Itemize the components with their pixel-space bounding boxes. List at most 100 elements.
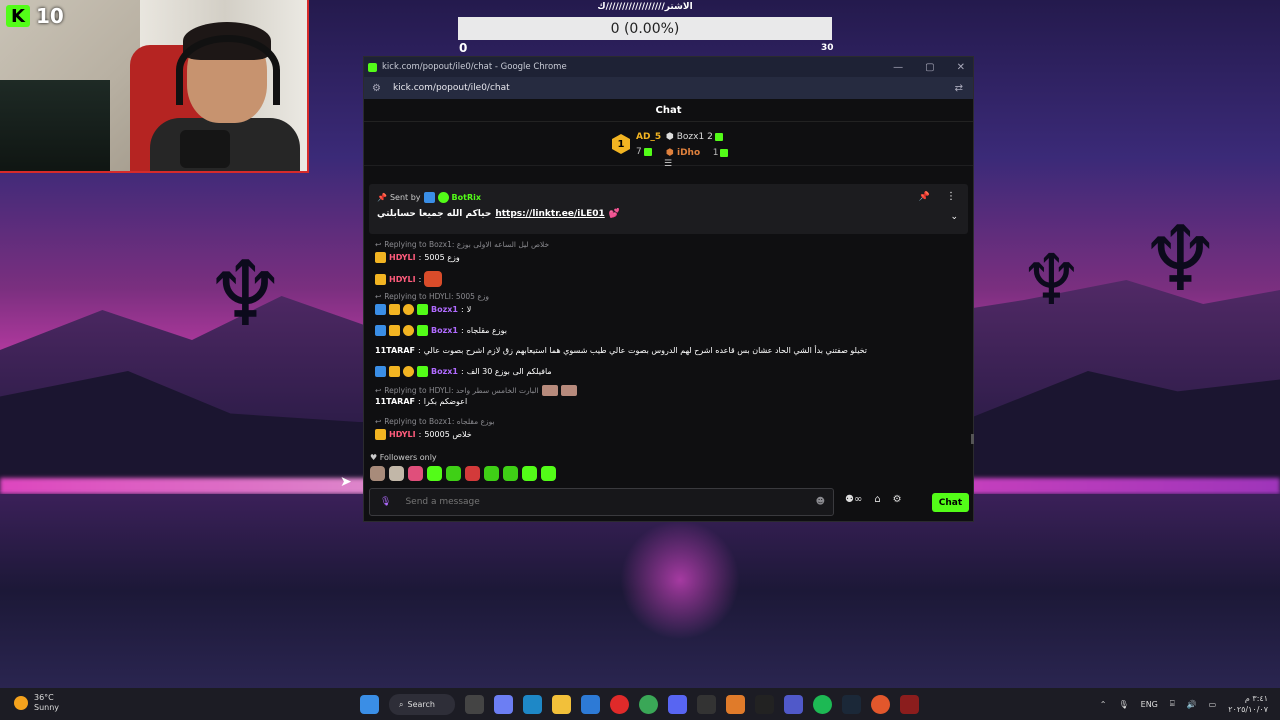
- infinity-tool-button[interactable]: ⚉∞: [845, 494, 862, 505]
- teams-icon[interactable]: [784, 695, 803, 714]
- store-app-icon[interactable]: [581, 695, 600, 714]
- leader-third-count: 1: [712, 148, 719, 158]
- message-input-box[interactable]: 🎙 ☻: [369, 488, 834, 516]
- poll-progress-bar: 0 (0.00%): [458, 17, 832, 40]
- gift-icon: [720, 148, 729, 157]
- leader-first-name[interactable]: AD_5: [636, 132, 661, 142]
- reply-text: Replying to Bozx1: خلاص ليل الساعه الاول…: [384, 240, 550, 249]
- emote-button[interactable]: [503, 466, 518, 481]
- message-username[interactable]: Bozx1: [431, 326, 458, 335]
- message-username[interactable]: Bozx1: [431, 367, 458, 376]
- verified-badge-icon: [437, 192, 449, 203]
- pinned-link[interactable]: https://linktr.ee/iLE01: [495, 209, 604, 219]
- chevron-up-icon[interactable]: ⌃: [1100, 700, 1107, 709]
- more-options-icon[interactable]: ⋮: [946, 191, 956, 202]
- discord-icon[interactable]: [668, 695, 687, 714]
- spotify-icon[interactable]: [813, 695, 832, 714]
- message-username[interactable]: HDYLI: [389, 275, 416, 284]
- pinned-sender-name[interactable]: BotRix: [452, 193, 481, 202]
- message-username[interactable]: 11TARAF: [375, 346, 415, 355]
- network-icon[interactable]: ⌸: [1170, 699, 1175, 709]
- reply-text: Replying to HDYLI: البارت الخامس سطر واح…: [384, 386, 539, 395]
- message-username[interactable]: HDYLI: [389, 430, 416, 439]
- webcam-feed: K 10: [0, 0, 309, 173]
- emote-button[interactable]: [446, 466, 461, 481]
- emote-button[interactable]: [541, 466, 556, 481]
- settings-gear-icon[interactable]: ⚙: [893, 494, 902, 505]
- microphone-icon[interactable]: 🎙: [380, 497, 391, 507]
- site-settings-icon[interactable]: ⚙: [372, 83, 381, 94]
- expand-leaderboard-icon[interactable]: ☰: [664, 159, 672, 169]
- file-explorer-icon[interactable]: [552, 695, 571, 714]
- leader-second-count: 2: [707, 132, 713, 142]
- subscriber-badge-icon: [417, 325, 428, 336]
- weather-widget[interactable]: 36°C Sunny: [14, 693, 59, 713]
- steam-icon[interactable]: [842, 695, 861, 714]
- browser-icon[interactable]: [871, 695, 890, 714]
- opera-icon[interactable]: [610, 695, 629, 714]
- leader-first-count: 7: [636, 147, 642, 157]
- sun-icon: [14, 696, 28, 710]
- close-button[interactable]: ✕: [957, 62, 965, 73]
- chat-popout-window: kick.com/popout/ile0/chat - Google Chrom…: [363, 56, 974, 522]
- message-body: بوزع مقلجاه: [466, 326, 507, 335]
- address-bar[interactable]: ⚙ kick.com/popout/ile0/chat ⇄: [364, 77, 973, 99]
- heart-icon: ♥: [370, 453, 378, 462]
- epic-launcher-icon[interactable]: [900, 695, 919, 714]
- language-indicator[interactable]: ENG: [1141, 700, 1158, 709]
- message-username[interactable]: HDYLI: [389, 253, 416, 262]
- window-titlebar[interactable]: kick.com/popout/ile0/chat - Google Chrom…: [364, 57, 973, 77]
- task-view-icon[interactable]: [465, 695, 484, 714]
- translate-icon[interactable]: ⇄: [955, 83, 963, 94]
- volume-icon[interactable]: 🔊: [1187, 700, 1197, 709]
- subscriber-badge-icon: [417, 304, 428, 315]
- leader-third-name[interactable]: iDho: [677, 148, 700, 158]
- system-tray: ⌃ 🎙 ENG ⌸ 🔊 ▭ ٣:٤١ م ٢٠٢٥/١٠/٠٧: [1100, 693, 1268, 715]
- moderator-badge-icon: [375, 304, 386, 315]
- edge-icon[interactable]: [523, 695, 542, 714]
- leader-second-name[interactable]: Bozx1: [677, 132, 704, 142]
- message-username[interactable]: 11TARAF: [375, 397, 415, 406]
- message-username[interactable]: Bozx1: [431, 305, 458, 314]
- microphone-tray-icon[interactable]: 🎙: [1118, 700, 1128, 709]
- emote-button[interactable]: [427, 466, 442, 481]
- followers-only-label: Followers only: [379, 453, 437, 462]
- chat-message: HDYLI:: [375, 271, 443, 287]
- url-text[interactable]: kick.com/popout/ile0/chat: [393, 83, 510, 93]
- battery-icon[interactable]: ▭: [1209, 700, 1217, 709]
- taskbar-search-button[interactable]: ⌕ Search: [389, 694, 455, 715]
- send-chat-button[interactable]: Chat: [932, 493, 969, 512]
- chrome-icon[interactable]: [639, 695, 658, 714]
- taskbar-clock[interactable]: ٣:٤١ م ٢٠٢٥/١٠/٠٧: [1228, 693, 1268, 715]
- gifter-badge-icon: [403, 325, 414, 336]
- chat-scrollbar[interactable]: [971, 434, 974, 444]
- webcam-shelf: [0, 80, 110, 171]
- mouse-cursor-icon: ➤: [340, 474, 352, 490]
- emoji-picker-icon[interactable]: ☻: [816, 497, 825, 507]
- message-input[interactable]: [405, 497, 786, 507]
- emote-button[interactable]: [484, 466, 499, 481]
- maximize-button[interactable]: ▢: [925, 62, 934, 73]
- wallpaper-palm: ♆: [205, 242, 286, 347]
- epic-games-icon[interactable]: [755, 695, 774, 714]
- unpin-icon[interactable]: 📌: [919, 192, 930, 202]
- start-windows-icon[interactable]: [360, 695, 379, 714]
- minimize-button[interactable]: —: [893, 62, 903, 73]
- obs-icon[interactable]: [697, 695, 716, 714]
- wallpaper-palm: ♆: [1020, 239, 1083, 321]
- emote-button[interactable]: [522, 466, 537, 481]
- chat-message: Bozx1: بوزع مقلجاه: [375, 325, 507, 336]
- crown-badge-icon: [389, 325, 400, 336]
- emote-button[interactable]: [408, 466, 423, 481]
- copilot-icon[interactable]: [494, 695, 513, 714]
- store-icon[interactable]: ⌂: [874, 494, 880, 505]
- chevron-down-icon[interactable]: ⌄: [950, 212, 958, 222]
- moderator-badge-icon: [375, 325, 386, 336]
- app-a-icon[interactable]: [726, 695, 745, 714]
- weather-temperature: 36°C: [34, 693, 54, 702]
- emote-button[interactable]: [370, 466, 385, 481]
- gift-icon: [714, 132, 723, 141]
- subscriber-badge-icon: [417, 366, 428, 377]
- emote-button[interactable]: [465, 466, 480, 481]
- emote-button[interactable]: [389, 466, 404, 481]
